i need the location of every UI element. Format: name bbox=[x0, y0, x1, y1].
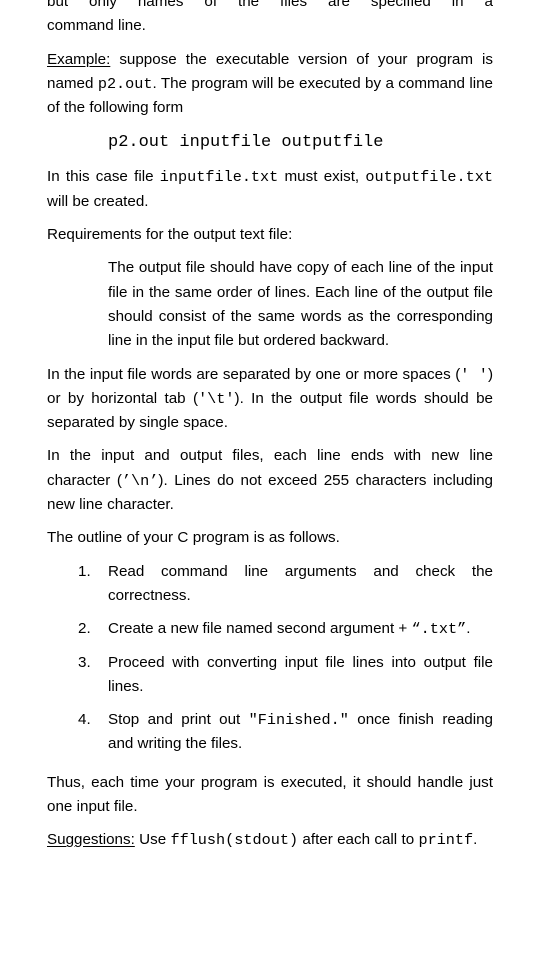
suggestions-label: Suggestions: bbox=[47, 831, 135, 849]
document-content: but only names of the files are specifie… bbox=[47, 0, 493, 862]
paragraph-suggestions: Suggestions: Use fflush(stdout) after ea… bbox=[47, 828, 493, 852]
code-printf: printf bbox=[418, 831, 474, 850]
code-space-literal: ' ' bbox=[460, 365, 488, 384]
list-item-text: Read command line arguments and check th… bbox=[108, 562, 493, 604]
code-inputfile-txt: inputfile.txt bbox=[159, 168, 279, 187]
case-tail: will be created. bbox=[47, 192, 149, 210]
list-marker: 4. bbox=[78, 711, 91, 729]
paragraph-newline: In the input and output files, each line… bbox=[47, 444, 493, 517]
requirements-blockquote: The output file should have copy of each… bbox=[108, 259, 493, 350]
code-p2-out: p2.out bbox=[97, 74, 153, 93]
paragraph-example: Example: suppose the executable version … bbox=[47, 48, 493, 121]
code-outputfile-txt: outputfile.txt bbox=[365, 168, 493, 187]
list-item-text-before: Create a new file named second argument … bbox=[108, 620, 412, 638]
list-item-text: Create a new file named second argument … bbox=[108, 617, 493, 641]
example-label: Example: bbox=[47, 50, 111, 68]
list-marker: 1. bbox=[78, 562, 91, 580]
list-item-text-before: Stop and print out bbox=[108, 711, 249, 729]
suggestions-text-after: . bbox=[473, 831, 478, 849]
list-item: 4. Stop and print out "Finished." once fi… bbox=[47, 708, 493, 757]
suggestions-text-before: Use bbox=[139, 831, 171, 849]
paragraph-case: In this case file inputfile.txt must exi… bbox=[47, 165, 493, 214]
paragraph-command-line-tail: command line. bbox=[47, 17, 146, 35]
clipped-top-line: but only names of the files are specifie… bbox=[47, 0, 493, 10]
suggestions-text-mid: after each call to bbox=[298, 831, 419, 849]
paragraph-separators: In the input file words are separated by… bbox=[47, 363, 493, 436]
requirements-heading: Requirements for the output text file: bbox=[47, 226, 293, 244]
separators-part1: In the input file words are separated by… bbox=[47, 365, 461, 383]
list-item: 1. Read command line arguments and check … bbox=[47, 560, 493, 609]
code-block-command-example: p2.out inputfile outputfile bbox=[108, 133, 384, 153]
code-newline-literal: ’\n’ bbox=[121, 471, 159, 490]
list-item: 3. Proceed with converting input file lin… bbox=[47, 651, 493, 700]
code-dot-txt: “.txt” bbox=[411, 620, 467, 639]
list-item-text-after: . bbox=[466, 620, 471, 638]
list-marker: 2. bbox=[78, 620, 91, 638]
code-fflush-stdout: fflush(stdout) bbox=[170, 831, 299, 850]
list-item-text: Stop and print out "Finished." once fini… bbox=[108, 708, 493, 757]
code-tab-literal: '\t' bbox=[198, 389, 235, 408]
document-page: but only names of the files are specifie… bbox=[0, 0, 540, 960]
paragraph-thus: Thus, each time your program is executed… bbox=[47, 773, 493, 816]
list-marker: 3. bbox=[78, 653, 91, 671]
case-mid: must exist, bbox=[278, 168, 366, 186]
list-item-text: Proceed with converting input file lines… bbox=[108, 653, 493, 695]
list-item: 2. Create a new file named second argumen… bbox=[47, 617, 493, 641]
outline-intro: The outline of your C program is as foll… bbox=[47, 529, 340, 547]
case-lead: In this case file bbox=[47, 168, 160, 186]
code-finished: "Finished." bbox=[248, 711, 349, 730]
outline-list: 1. Read command line arguments and check … bbox=[47, 560, 493, 757]
